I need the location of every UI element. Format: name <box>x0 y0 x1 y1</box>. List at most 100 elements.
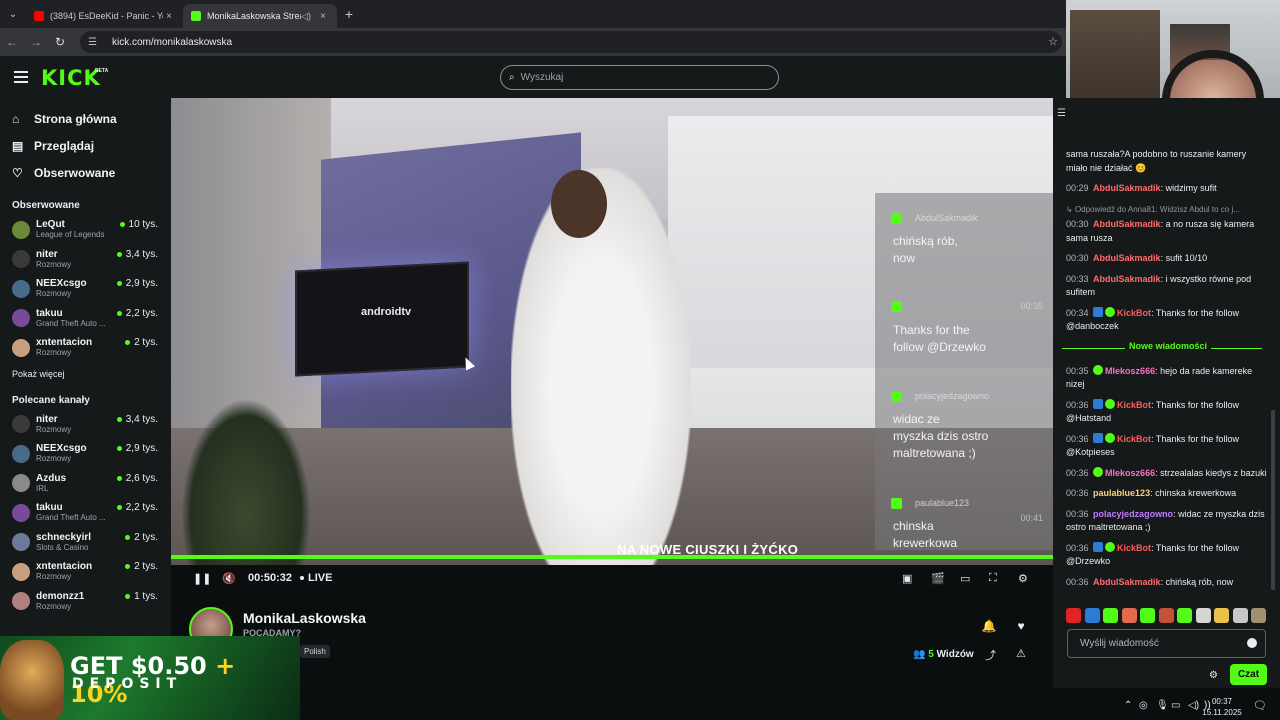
sidebar-channel[interactable]: xntentacion Rozmowy 2 tys. <box>0 557 171 587</box>
sidebar-channel[interactable]: NEEXcsgo Rozmowy 2,9 tys. <box>0 274 171 304</box>
tab-search-chevron-icon[interactable]: ⌄ <box>0 0 26 28</box>
casino-ad-banner[interactable]: GET $0.50 + 10% DEPOSIT <box>0 636 300 720</box>
message-username[interactable]: AbdulSakmadik <box>1093 253 1161 263</box>
sidebar-nav-home[interactable]: ⌂ Strona główna <box>0 106 171 132</box>
collapse-chat-icon[interactable]: ☰ <box>1057 108 1066 119</box>
discord-tray-icon[interactable]: ◎ <box>1139 700 1148 711</box>
message-username[interactable]: KickBot <box>1117 434 1151 444</box>
channel-name: niter <box>36 413 58 425</box>
message-username[interactable]: AbdulSakmadik <box>1093 219 1161 229</box>
kick-logo[interactable]: KICK <box>41 66 101 90</box>
emote-icon[interactable] <box>1066 608 1081 623</box>
emote-icon[interactable] <box>1103 608 1118 623</box>
language-tag[interactable]: Polish <box>300 645 330 658</box>
network-tray-icon[interactable]: ▭ <box>1171 700 1180 711</box>
channel-name[interactable]: MonikaLaskowska <box>243 610 366 626</box>
tray-up-chevron-icon[interactable]: ⌃ <box>1124 700 1132 711</box>
message-username[interactable]: AbdulSakmadik <box>1093 274 1161 284</box>
emoji-picker-icon[interactable] <box>1247 638 1257 648</box>
message-username[interactable]: KickBot <box>1117 543 1151 553</box>
taskbar-clock[interactable]: 00:37 15.11.2025 <box>1196 696 1248 718</box>
emote-icon[interactable] <box>1214 608 1229 623</box>
microphone-tray-icon[interactable]: 🎙 <box>1156 700 1169 711</box>
sidebar-channel[interactable]: niter Rozmowy 3,4 tys. <box>0 245 171 275</box>
video-frame-plant <box>181 398 311 565</box>
notification-bell-icon[interactable]: 🔔 <box>978 615 1000 637</box>
site-info-icon[interactable]: ☰ <box>88 37 102 48</box>
emote-icon[interactable] <box>1177 608 1192 623</box>
avatar <box>12 474 30 493</box>
forward-icon[interactable]: → <box>24 35 48 49</box>
search-input[interactable]: ⌕ Wyszukaj <box>500 65 779 90</box>
settings-gear-icon[interactable]: ⚙ <box>1018 572 1028 585</box>
emote-icon[interactable] <box>1195 608 1211 623</box>
clip-icon[interactable]: 🎬 <box>931 572 945 585</box>
chat-messages: sama ruszała?A podobno to ruszanie kamer… <box>1062 148 1270 596</box>
sidebar-channel[interactable]: schneckyirl Slots & Casino 2 tys. <box>0 528 171 558</box>
sidebar-channel[interactable]: Azdus IRL 2,6 tys. <box>0 469 171 499</box>
sidebar-channel[interactable]: xntentacion Rozmowy 2 tys. <box>0 333 171 363</box>
message-username[interactable]: KickBot <box>1117 308 1151 318</box>
followed-section-title: Obserwowane <box>12 200 80 211</box>
emote-icon[interactable] <box>1251 608 1266 623</box>
browser-tab-youtube[interactable]: (3894) EsDeeKid - Panic - YouTu × <box>26 4 183 28</box>
sidebar-channel[interactable]: demonzz1 Rozmowy 1 tys. <box>0 587 171 617</box>
message-username[interactable]: AbdulSakmadik <box>1093 577 1161 587</box>
emote-icon[interactable] <box>1158 608 1174 623</box>
message-username[interactable]: Mlekosz666 <box>1105 468 1155 478</box>
video-player[interactable]: androidtv AbdulSakmadik chińską rób, now… <box>171 98 1053 565</box>
message-username[interactable]: paulablue123 <box>1093 488 1150 498</box>
follow-heart-icon[interactable]: ♥ <box>1010 615 1032 637</box>
fullscreen-icon[interactable]: ⛶ <box>989 572 997 585</box>
chat-scrollbar[interactable] <box>1271 410 1275 590</box>
message-username[interactable]: polacyjedzagowno <box>1093 509 1173 519</box>
emote-icon[interactable] <box>1140 608 1155 623</box>
avatar <box>12 279 30 298</box>
sidebar-channel[interactable]: takuu Grand Theft Auto ... 2,2 tys. <box>0 498 171 528</box>
sidebar-channel[interactable]: LeQut League of Legends 10 tys. <box>0 215 171 245</box>
share-icon[interactable]: ⤴ <box>985 647 996 663</box>
channel-name: LeQut <box>36 219 65 231</box>
sidebar-nav-browse[interactable]: ▤ Przeglądaj <box>0 133 171 159</box>
muted-speaker-icon[interactable]: 🔇 <box>222 572 236 585</box>
back-icon[interactable]: ← <box>0 35 24 49</box>
close-tab-icon[interactable]: × <box>163 11 175 22</box>
report-warning-icon[interactable]: ⚠ <box>1016 647 1026 660</box>
viewer-count: 2,9 tys. <box>116 278 158 289</box>
bookmark-star-icon[interactable]: ☆ <box>1048 35 1058 48</box>
clock-time: 00:37 <box>1211 697 1233 706</box>
chat-send-button[interactable]: Czat <box>1230 664 1267 685</box>
speaker-icon[interactable]: ◁) <box>301 11 311 22</box>
miniplayer-icon[interactable]: ▣ <box>902 572 912 585</box>
sidebar-channel[interactable]: niter Rozmowy 3,4 tys. <box>0 410 171 440</box>
browser-tab-kick[interactable]: MonikaLaskowska Stream ◁) × <box>183 4 337 28</box>
chat-input[interactable]: Wyślij wiadomość <box>1067 629 1266 658</box>
message-username[interactable]: AbdulSakmadik <box>1093 183 1161 193</box>
message-time: 00:30 <box>1066 253 1089 263</box>
reload-icon[interactable]: ↻ <box>48 35 72 49</box>
notification-center-icon[interactable]: 🗨 <box>1253 699 1267 712</box>
reply-reference[interactable]: ↳ Odpowiedź do Anna81: Widzisz Abdul to … <box>1066 203 1270 217</box>
verified-badge-icon <box>1105 398 1116 409</box>
new-tab-button[interactable]: + <box>337 6 361 22</box>
show-more-link[interactable]: Pokaż więcej <box>0 369 171 379</box>
message-username[interactable]: Mlekosz666 <box>1105 366 1155 376</box>
emote-icon[interactable] <box>1084 608 1100 623</box>
sidebar: ⌂ Strona główna ▤ Przeglądaj ♡ Obserwowa… <box>0 98 171 638</box>
clock-date: 15.11.2025 <box>1202 708 1242 717</box>
chat-settings-gear-icon[interactable]: ⚙ <box>1209 670 1218 681</box>
chat-message: 00:36 polacyjedzagowno: widac ze myszka … <box>1066 508 1265 533</box>
sidebar-channel[interactable]: NEEXcsgo Rozmowy 2,9 tys. <box>0 439 171 469</box>
pause-icon[interactable]: ❚❚ <box>193 572 211 585</box>
sidebar-channel[interactable]: takuu Grand Theft Auto ... 2,2 tys. <box>0 304 171 334</box>
chat-collapse[interactable]: ☰ <box>1053 98 1066 150</box>
video-progress-bar[interactable] <box>171 555 1053 559</box>
address-bar[interactable]: ☰ kick.com/monikalaskowska ☆ <box>80 31 1062 53</box>
close-tab-icon[interactable]: × <box>317 11 329 22</box>
emote-icon[interactable] <box>1121 608 1137 623</box>
message-username[interactable]: KickBot <box>1117 400 1151 410</box>
sidebar-nav-following[interactable]: ♡ Obserwowane <box>0 160 171 186</box>
theater-mode-icon[interactable]: ▭ <box>960 572 970 585</box>
hamburger-menu-icon[interactable] <box>14 71 28 83</box>
emote-icon[interactable] <box>1232 608 1248 623</box>
